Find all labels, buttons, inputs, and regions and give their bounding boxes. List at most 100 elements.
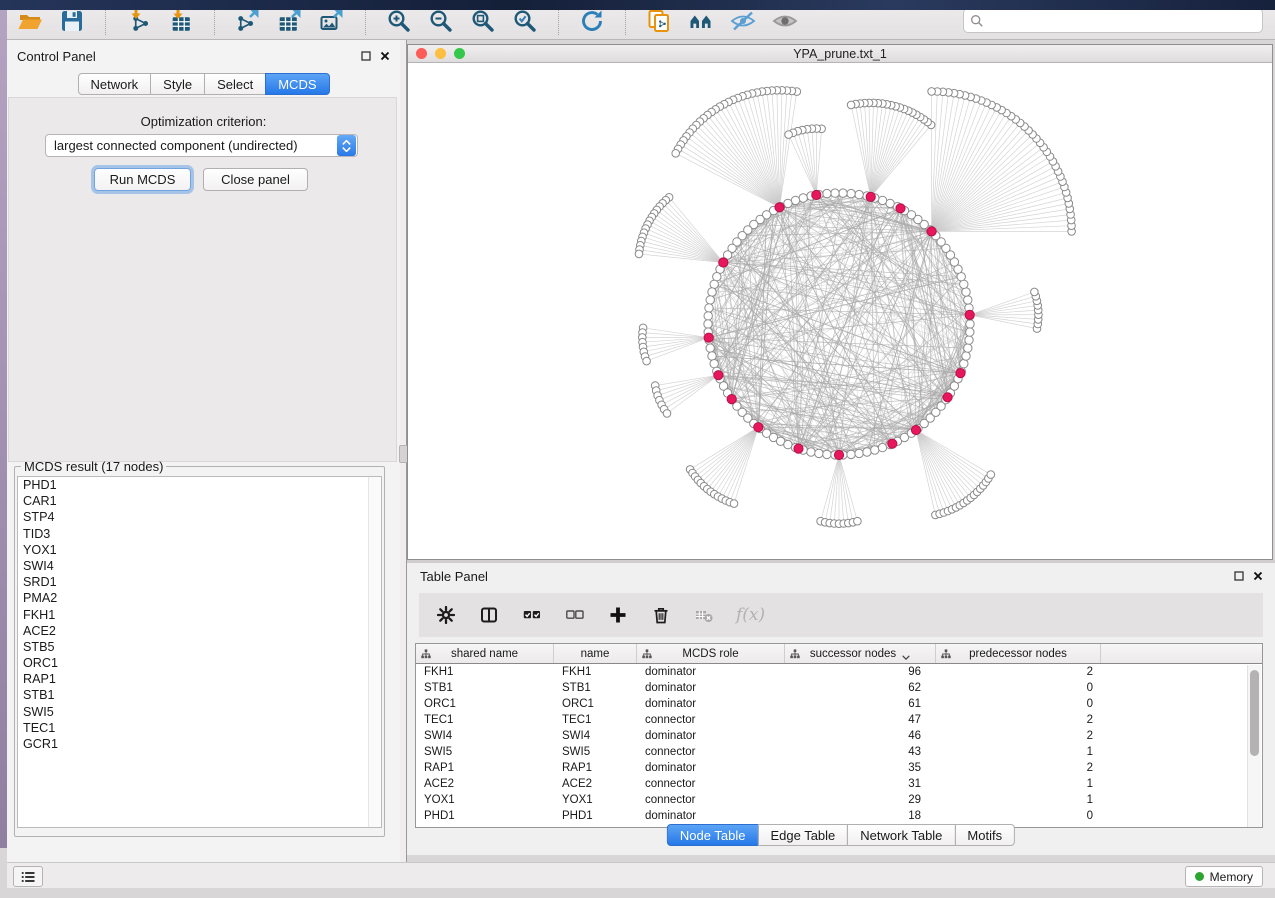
cell-successors[interactable]: 62 (785, 680, 936, 696)
cell-shared_name[interactable]: SWI4 (416, 728, 554, 744)
mcds-result-item[interactable]: STB5 (18, 639, 381, 655)
mcds-result-item[interactable]: CAR1 (18, 493, 381, 509)
table-panel-close-button[interactable] (1252, 570, 1263, 581)
mcds-result-item[interactable]: GCR1 (18, 736, 381, 752)
control-panel-close-button[interactable] (379, 50, 390, 61)
cell-mcds_role[interactable]: dominator (637, 808, 785, 824)
table-scrollbar[interactable] (1247, 665, 1261, 827)
cell-predecessors[interactable]: 2 (936, 664, 1101, 680)
mcds-result-item[interactable]: STB1 (18, 687, 381, 703)
cell-mcds_role[interactable]: dominator (637, 696, 785, 712)
cell-predecessors[interactable]: 1 (936, 776, 1101, 792)
cell-shared_name[interactable]: RAP1 (416, 760, 554, 776)
cell-shared_name[interactable]: FKH1 (416, 664, 554, 680)
add-button[interactable] (607, 604, 629, 626)
node-table[interactable]: shared namenameMCDS rolesuccessor nodesp… (415, 643, 1263, 828)
cell-successors[interactable]: 43 (785, 744, 936, 760)
mcds-result-item[interactable]: RAP1 (18, 671, 381, 687)
columns-button[interactable] (478, 604, 500, 626)
cell-shared_name[interactable]: SWI5 (416, 744, 554, 760)
cell-successors[interactable]: 46 (785, 728, 936, 744)
cell-name[interactable]: STB1 (554, 680, 637, 696)
criterion-select[interactable]: largest connected component (undirected) (45, 134, 358, 157)
cell-predecessors[interactable]: 1 (936, 792, 1101, 808)
mcds-result-item[interactable]: SWI5 (18, 704, 381, 720)
cell-name[interactable]: RAP1 (554, 760, 637, 776)
mcds-result-item[interactable]: PHD1 (18, 477, 381, 493)
delete-button[interactable] (650, 604, 672, 626)
vertical-splitter[interactable] (400, 40, 407, 862)
table-row[interactable]: YOX1YOX1connector291 (416, 792, 1262, 808)
column-header-MCDS-role[interactable]: MCDS role (637, 644, 785, 663)
cell-predecessors[interactable]: 0 (936, 696, 1101, 712)
table-panel-float-button[interactable] (1233, 570, 1244, 581)
cell-predecessors[interactable]: 2 (936, 712, 1101, 728)
table-row[interactable]: RAP1RAP1dominator352 (416, 760, 1262, 776)
cell-name[interactable]: ORC1 (554, 696, 637, 712)
cell-mcds_role[interactable]: connector (637, 712, 785, 728)
cell-mcds_role[interactable]: connector (637, 792, 785, 808)
mcds-result-item[interactable]: ACE2 (18, 623, 381, 639)
cell-name[interactable]: TEC1 (554, 712, 637, 728)
cell-successors[interactable]: 47 (785, 712, 936, 728)
cell-mcds_role[interactable]: dominator (637, 760, 785, 776)
tab-node-table[interactable]: Node Table (667, 824, 759, 846)
mcds-result-item[interactable]: ORC1 (18, 655, 381, 671)
cell-successors[interactable]: 61 (785, 696, 936, 712)
tab-style[interactable]: Style (150, 73, 205, 95)
cell-mcds_role[interactable]: dominator (637, 728, 785, 744)
cell-successors[interactable]: 18 (785, 808, 936, 824)
mcds-result-item[interactable]: YOX1 (18, 542, 381, 558)
cell-name[interactable]: SWI5 (554, 744, 637, 760)
table-row[interactable]: TEC1TEC1connector472 (416, 712, 1262, 728)
table-row[interactable]: ORC1ORC1dominator610 (416, 696, 1262, 712)
task-history-button[interactable] (13, 866, 43, 887)
cell-predecessors[interactable]: 0 (936, 680, 1101, 696)
table-scrollbar-thumb[interactable] (1250, 670, 1259, 756)
close-panel-button[interactable]: Close panel (203, 168, 308, 191)
mcds-result-item[interactable]: SWI4 (18, 558, 381, 574)
cell-predecessors[interactable]: 2 (936, 728, 1101, 744)
run-mcds-button[interactable]: Run MCDS (94, 168, 191, 191)
cell-shared_name[interactable]: YOX1 (416, 792, 554, 808)
cell-successors[interactable]: 96 (785, 664, 936, 680)
table-row[interactable]: SWI4SWI4dominator462 (416, 728, 1262, 744)
cell-predecessors[interactable]: 1 (936, 744, 1101, 760)
cell-shared_name[interactable]: STB1 (416, 680, 554, 696)
cell-successors[interactable]: 29 (785, 792, 936, 808)
tab-select[interactable]: Select (204, 73, 266, 95)
table-row[interactable]: PHD1PHD1dominator180 (416, 808, 1262, 824)
network-canvas[interactable] (408, 63, 1272, 559)
cell-successors[interactable]: 31 (785, 776, 936, 792)
tab-edge-table[interactable]: Edge Table (757, 824, 848, 846)
network-window-titlebar[interactable]: YPA_prune.txt_1 (408, 45, 1272, 63)
tab-motifs[interactable]: Motifs (954, 824, 1015, 846)
table-row[interactable]: STB1STB1dominator620 (416, 680, 1262, 696)
cell-mcds_role[interactable]: dominator (637, 680, 785, 696)
control-panel-float-button[interactable] (360, 50, 371, 61)
tab-mcds[interactable]: MCDS (265, 73, 329, 95)
mcds-result-item[interactable]: SRD1 (18, 574, 381, 590)
cell-name[interactable]: ACE2 (554, 776, 637, 792)
cell-shared_name[interactable]: TEC1 (416, 712, 554, 728)
mcds-result-item[interactable]: TEC1 (18, 720, 381, 736)
cell-successors[interactable]: 35 (785, 760, 936, 776)
cell-name[interactable]: SWI4 (554, 728, 637, 744)
tab-network[interactable]: Network (77, 73, 151, 95)
table-row[interactable]: SWI5SWI5connector431 (416, 744, 1262, 760)
table-row[interactable]: ACE2ACE2connector311 (416, 776, 1262, 792)
cell-name[interactable]: YOX1 (554, 792, 637, 808)
mcds-list-scrollbar[interactable] (368, 477, 381, 827)
cell-predecessors[interactable]: 0 (936, 808, 1101, 824)
table-row[interactable]: FKH1FKH1dominator962 (416, 664, 1262, 680)
deselect-all-button[interactable] (564, 604, 586, 626)
cell-predecessors[interactable]: 2 (936, 760, 1101, 776)
memory-button[interactable]: Memory (1185, 866, 1263, 887)
mcds-result-item[interactable]: STP4 (18, 509, 381, 525)
cell-mcds_role[interactable]: connector (637, 744, 785, 760)
cell-shared_name[interactable]: ACE2 (416, 776, 554, 792)
cell-name[interactable]: PHD1 (554, 808, 637, 824)
cell-shared_name[interactable]: PHD1 (416, 808, 554, 824)
gear-button[interactable] (435, 604, 457, 626)
tab-network-table[interactable]: Network Table (847, 824, 955, 846)
